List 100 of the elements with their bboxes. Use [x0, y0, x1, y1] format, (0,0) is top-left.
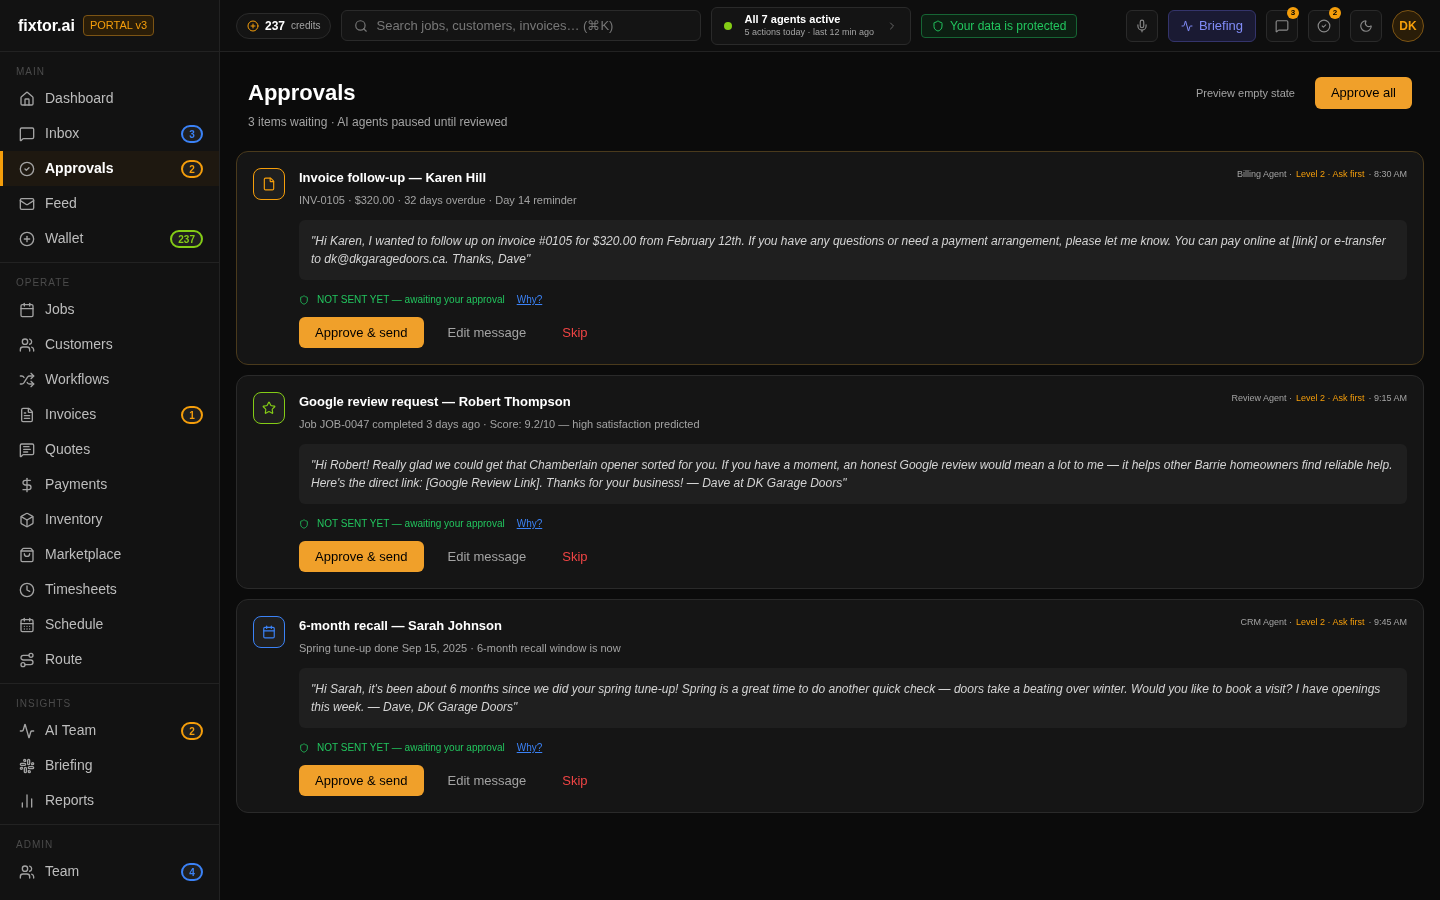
card-title: Google review request — Robert Thompson — [299, 393, 572, 411]
count-badge: 3 — [181, 124, 203, 143]
nav-item[interactable]: Schedule — [0, 607, 219, 642]
search-field[interactable]: Search jobs, customers, invoices… (⌘K) — [341, 10, 702, 41]
card-details: Spring tune-up done Sep 15, 2025 · 6-month recall window is now — [299, 640, 621, 656]
nav-item[interactable]: Reports — [0, 783, 219, 818]
nav-label: Jobs — [45, 300, 76, 319]
message-preview: "Hi Robert! Really glad we could get that Chamberlain opener sorted for you. If you have a moment, an honest Google review would mean a lot to me — it helps other Barrie homeowners find reliable help. Here's the direct link: [Google Review Link]. Thanks for your business! — Dave at DK Garage Doors" — [299, 444, 1407, 504]
nav-label: AI Team — [45, 721, 98, 740]
people-icon — [19, 863, 35, 880]
agent-name: CRM Agent · — [1240, 616, 1292, 629]
nav-item[interactable]: Marketplace — [0, 537, 219, 572]
plus-circle-icon — [19, 230, 35, 247]
moon-icon — [1359, 18, 1373, 33]
status-text: NOT SENT YET — awaiting your approval — [317, 741, 505, 755]
credits-pill[interactable]: 237 credits — [236, 12, 332, 39]
skip-button[interactable]: Skip — [562, 546, 588, 567]
nav-label: Payments — [45, 475, 109, 494]
nav-item[interactable]: Inbox 3 — [0, 116, 219, 151]
microphone-button[interactable] — [1125, 9, 1158, 42]
nav-item[interactable]: Quotes — [0, 432, 219, 467]
document-icon — [262, 177, 276, 191]
why-link[interactable]: Why? — [516, 740, 543, 755]
nav-label: Marketplace — [45, 545, 123, 564]
page-title: Approvals — [248, 79, 357, 107]
card-details: INV-0105 · $320.00 · 32 days overdue · Day 14 reminder — [299, 192, 577, 208]
approve-send-button[interactable]: Approve & send — [299, 765, 424, 796]
nav-item[interactable]: Timesheets — [0, 572, 219, 607]
nav-item[interactable]: Invoices 1 — [0, 397, 219, 432]
nav-item[interactable]: AI Team 2 — [0, 713, 219, 748]
approve-send-button[interactable]: Approve & send — [299, 317, 424, 348]
nav-label: Quotes — [45, 440, 92, 459]
skip-button[interactable]: Skip — [562, 322, 588, 343]
bag-icon — [19, 546, 35, 563]
nav-label: Inbox — [45, 124, 81, 143]
briefing-button[interactable]: Briefing — [1167, 9, 1256, 42]
check-circle-icon — [1317, 18, 1331, 33]
route-icon — [19, 651, 35, 668]
approvals-button[interactable]: 2 — [1308, 9, 1340, 42]
bar-chart-icon — [19, 792, 35, 809]
nav-item[interactable]: Workflows — [0, 362, 219, 397]
credits-label: credits — [291, 19, 321, 33]
notification-badge: 3 — [1287, 6, 1299, 19]
shield-icon — [299, 518, 309, 529]
status-text: NOT SENT YET — awaiting your approval — [317, 293, 505, 307]
pulse-icon — [1180, 19, 1193, 32]
pulse-icon — [19, 722, 35, 739]
section-heading: ADMIN — [15, 838, 55, 852]
edit-message-button[interactable]: Edit message — [447, 322, 527, 343]
nav-label: Customers — [45, 335, 114, 354]
card-details: Job JOB-0047 completed 3 days ago · Score: 9.2/10 — high satisfaction predicted — [299, 416, 700, 432]
approve-all-button[interactable]: Approve all — [1314, 77, 1412, 109]
section-heading: OPERATE — [15, 276, 72, 290]
nav-item[interactable]: Route — [0, 642, 219, 677]
status-text: NOT SENT YET — awaiting your approval — [317, 517, 505, 531]
nav-item[interactable]: Customers — [0, 327, 219, 362]
nav-item[interactable]: Jobs — [0, 292, 219, 327]
nav-item[interactable]: Inventory — [0, 502, 219, 537]
edit-message-button[interactable]: Edit message — [447, 770, 527, 791]
preview-empty-link[interactable]: Preview empty state — [1195, 84, 1295, 102]
agent-level: Level 2 · Ask first — [1295, 392, 1365, 405]
card-title: Invoice follow-up — Karen Hill — [299, 169, 488, 187]
coin-icon — [247, 19, 259, 32]
skip-button[interactable]: Skip — [562, 770, 588, 791]
agents-status[interactable]: All 7 agents active 5 actions today · last 12 min ago — [711, 6, 912, 45]
shield-icon — [299, 294, 309, 305]
count-badge: 1 — [181, 405, 203, 424]
clock-icon — [19, 581, 35, 598]
brand-logo: fixtor.ai — [18, 15, 75, 36]
agents-title: All 7 agents active — [744, 13, 842, 27]
nav-label: Briefing — [45, 756, 94, 775]
document-icon — [19, 406, 35, 423]
microphone-icon — [1134, 18, 1149, 33]
theme-toggle-button[interactable] — [1350, 9, 1382, 42]
nav-label: Inventory — [45, 510, 104, 529]
search-input[interactable]: Search jobs, customers, invoices… (⌘K) — [376, 15, 689, 36]
envelope-icon — [19, 195, 35, 212]
nav-label: Reports — [45, 791, 96, 810]
nav-item[interactable]: Dashboard — [0, 81, 219, 116]
notification-badge: 2 — [1329, 6, 1341, 19]
nav-label: Schedule — [45, 615, 105, 634]
nav-item[interactable]: Briefing — [0, 748, 219, 783]
nav-item[interactable]: Approvals 2 — [0, 151, 219, 186]
box-icon — [19, 511, 35, 528]
approve-send-button[interactable]: Approve & send — [299, 541, 424, 572]
agent-name: Billing Agent · — [1236, 168, 1292, 181]
agents-subtitle: 5 actions today · last 12 min ago — [744, 26, 875, 38]
why-link[interactable]: Why? — [516, 516, 543, 531]
user-avatar[interactable]: DK — [1392, 9, 1424, 42]
nav-item[interactable]: Team 4 — [0, 854, 219, 889]
nav-item[interactable]: Feed — [0, 186, 219, 221]
why-link[interactable]: Why? — [516, 292, 543, 307]
count-badge: 2 — [181, 159, 203, 178]
edit-message-button[interactable]: Edit message — [447, 546, 527, 567]
nav-item[interactable]: Wallet 237 — [0, 221, 219, 256]
nav-item[interactable]: Payments — [0, 467, 219, 502]
messages-button[interactable]: 3 — [1266, 9, 1298, 42]
home-icon — [19, 90, 35, 107]
message-preview: "Hi Sarah, it's been about 6 months since we did your spring tune-up! Spring is a great time to do another quick check — doors take a beating over winter. Would you like to book a visit? I have openings this week. — Dave, DK Garage Doors" — [299, 668, 1407, 728]
message-preview: "Hi Karen, I wanted to follow up on invoice #0105 for $320.00 from February 12th. If you have any questions or need a payment arrangement, please let me know. You can pay online at [link] or e-transfer to dk@dkgaragedoors.ca. Thanks, Dave" — [299, 220, 1407, 280]
